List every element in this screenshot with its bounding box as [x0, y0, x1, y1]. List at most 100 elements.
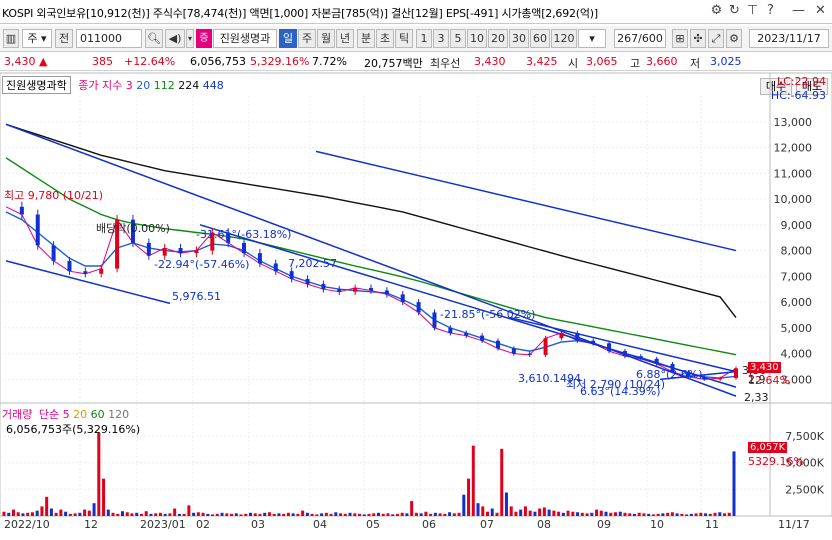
- volume-bar: [490, 508, 494, 516]
- hc-value: HC:-64.93: [770, 89, 826, 102]
- volume-bar: [111, 512, 115, 516]
- trend-line: [315, 150, 737, 252]
- volume-bar: [358, 513, 362, 516]
- ma-112-label: 112: [153, 79, 175, 92]
- volume-bar: [149, 513, 153, 516]
- volume-bar: [168, 513, 172, 516]
- volume-bar: [258, 513, 262, 516]
- current-price-tag: 3,430: [748, 362, 781, 373]
- volume-bar: [713, 512, 717, 516]
- volume-bar: [708, 513, 712, 516]
- volume-bar: [230, 513, 234, 516]
- volume-label: 거래량: [2, 408, 33, 421]
- volume-bar: [670, 512, 674, 516]
- ma-3-label: 3: [125, 79, 133, 92]
- candle-body: [654, 358, 659, 364]
- candle-body: [400, 294, 405, 303]
- volume-bar: [457, 512, 461, 516]
- volume-bar: [310, 513, 314, 516]
- volume-bar: [400, 512, 404, 516]
- candle-body: [480, 335, 485, 341]
- volume-bar: [239, 514, 243, 516]
- volume-tick-label: 2,500K: [785, 483, 824, 496]
- price-legend: 진원생명과학 종가 지수 3 20 112 224 448: [2, 76, 224, 94]
- annotation-dividend: 배당락(0.00%): [96, 222, 170, 235]
- volume-bar: [547, 509, 551, 516]
- volume-bar: [523, 506, 527, 516]
- volume-bar: [433, 512, 437, 516]
- ma-448-label: 448: [202, 79, 224, 92]
- volume-bar: [424, 511, 428, 516]
- volume-bar: [552, 510, 556, 516]
- volume-bar: [542, 507, 546, 516]
- candle-body: [146, 242, 151, 256]
- price-tick-label: 6,000: [781, 296, 813, 309]
- volume-info: 6,056,753주(5,329.16%): [6, 423, 141, 436]
- volume-bar: [329, 513, 333, 516]
- volume-bar: [11, 509, 15, 516]
- volume-bar: [656, 513, 660, 516]
- volume-bar: [225, 513, 229, 516]
- volume-bar: [97, 432, 101, 516]
- price-tick-label: 4,000: [781, 348, 813, 361]
- volume-bar: [675, 513, 679, 516]
- x-label-3: 02: [196, 518, 210, 531]
- volume-bar: [16, 512, 20, 516]
- volume-bar: [211, 514, 215, 516]
- volume-bar: [495, 512, 499, 516]
- price-tick-label: 12,000: [774, 142, 813, 155]
- volume-bar: [362, 514, 366, 516]
- x-label-1: 12: [84, 518, 98, 531]
- line-value-b: 2,9: [748, 373, 766, 386]
- volume-bar: [585, 513, 589, 516]
- candle-body: [321, 284, 326, 290]
- volume-bar: [595, 509, 599, 516]
- line-value-c: 2,33: [744, 391, 769, 404]
- volume-bar: [419, 513, 423, 516]
- price-tick-label: 8,000: [781, 245, 813, 258]
- trend-line: [5, 260, 171, 305]
- candle-body: [353, 287, 358, 292]
- volume-bar: [604, 511, 608, 516]
- candle-body: [591, 340, 596, 344]
- volume-bar: [121, 511, 125, 516]
- candle-body: [734, 368, 738, 379]
- volume-bar: [391, 514, 395, 516]
- candle-body: [559, 333, 564, 339]
- volume-bar: [40, 506, 44, 516]
- volume-bar: [253, 513, 257, 516]
- volume-bar: [201, 512, 205, 516]
- volume-bar: [647, 513, 651, 516]
- volume-bar: [78, 512, 82, 516]
- volume-bar: [576, 512, 580, 516]
- volume-bar: [64, 511, 68, 516]
- volume-bar: [244, 513, 248, 516]
- annotation-angle-2: -22.94°(-57.46%): [154, 258, 250, 271]
- volume-bar: [116, 513, 120, 516]
- candle-body: [67, 260, 72, 272]
- x-label-11: 10: [650, 518, 664, 531]
- volume-bar: [452, 513, 456, 516]
- price-tick-label: 11,000: [774, 167, 813, 180]
- volume-bar: [386, 513, 390, 516]
- candle-body: [464, 333, 469, 336]
- candle-body: [495, 340, 500, 349]
- volume-bar: [315, 514, 319, 516]
- ma-label: 종가 지수: [78, 79, 123, 92]
- volume-bar: [21, 513, 25, 516]
- x-label-13: 11/17: [778, 518, 810, 531]
- volume-bar: [685, 514, 689, 516]
- volume-bar: [45, 496, 49, 516]
- volume-bar: [699, 512, 703, 516]
- volume-current-pct: 5329.16%: [748, 455, 804, 468]
- volume-bar: [571, 511, 575, 516]
- volume-bar: [410, 501, 414, 516]
- volume-bar: [680, 513, 684, 516]
- candle-body: [369, 287, 373, 291]
- volume-bar: [438, 513, 442, 516]
- x-label-7: 06: [422, 518, 436, 531]
- volume-bar: [154, 513, 158, 516]
- volume-bar: [661, 513, 665, 516]
- volume-bar: [139, 513, 143, 516]
- volume-bar: [277, 513, 281, 516]
